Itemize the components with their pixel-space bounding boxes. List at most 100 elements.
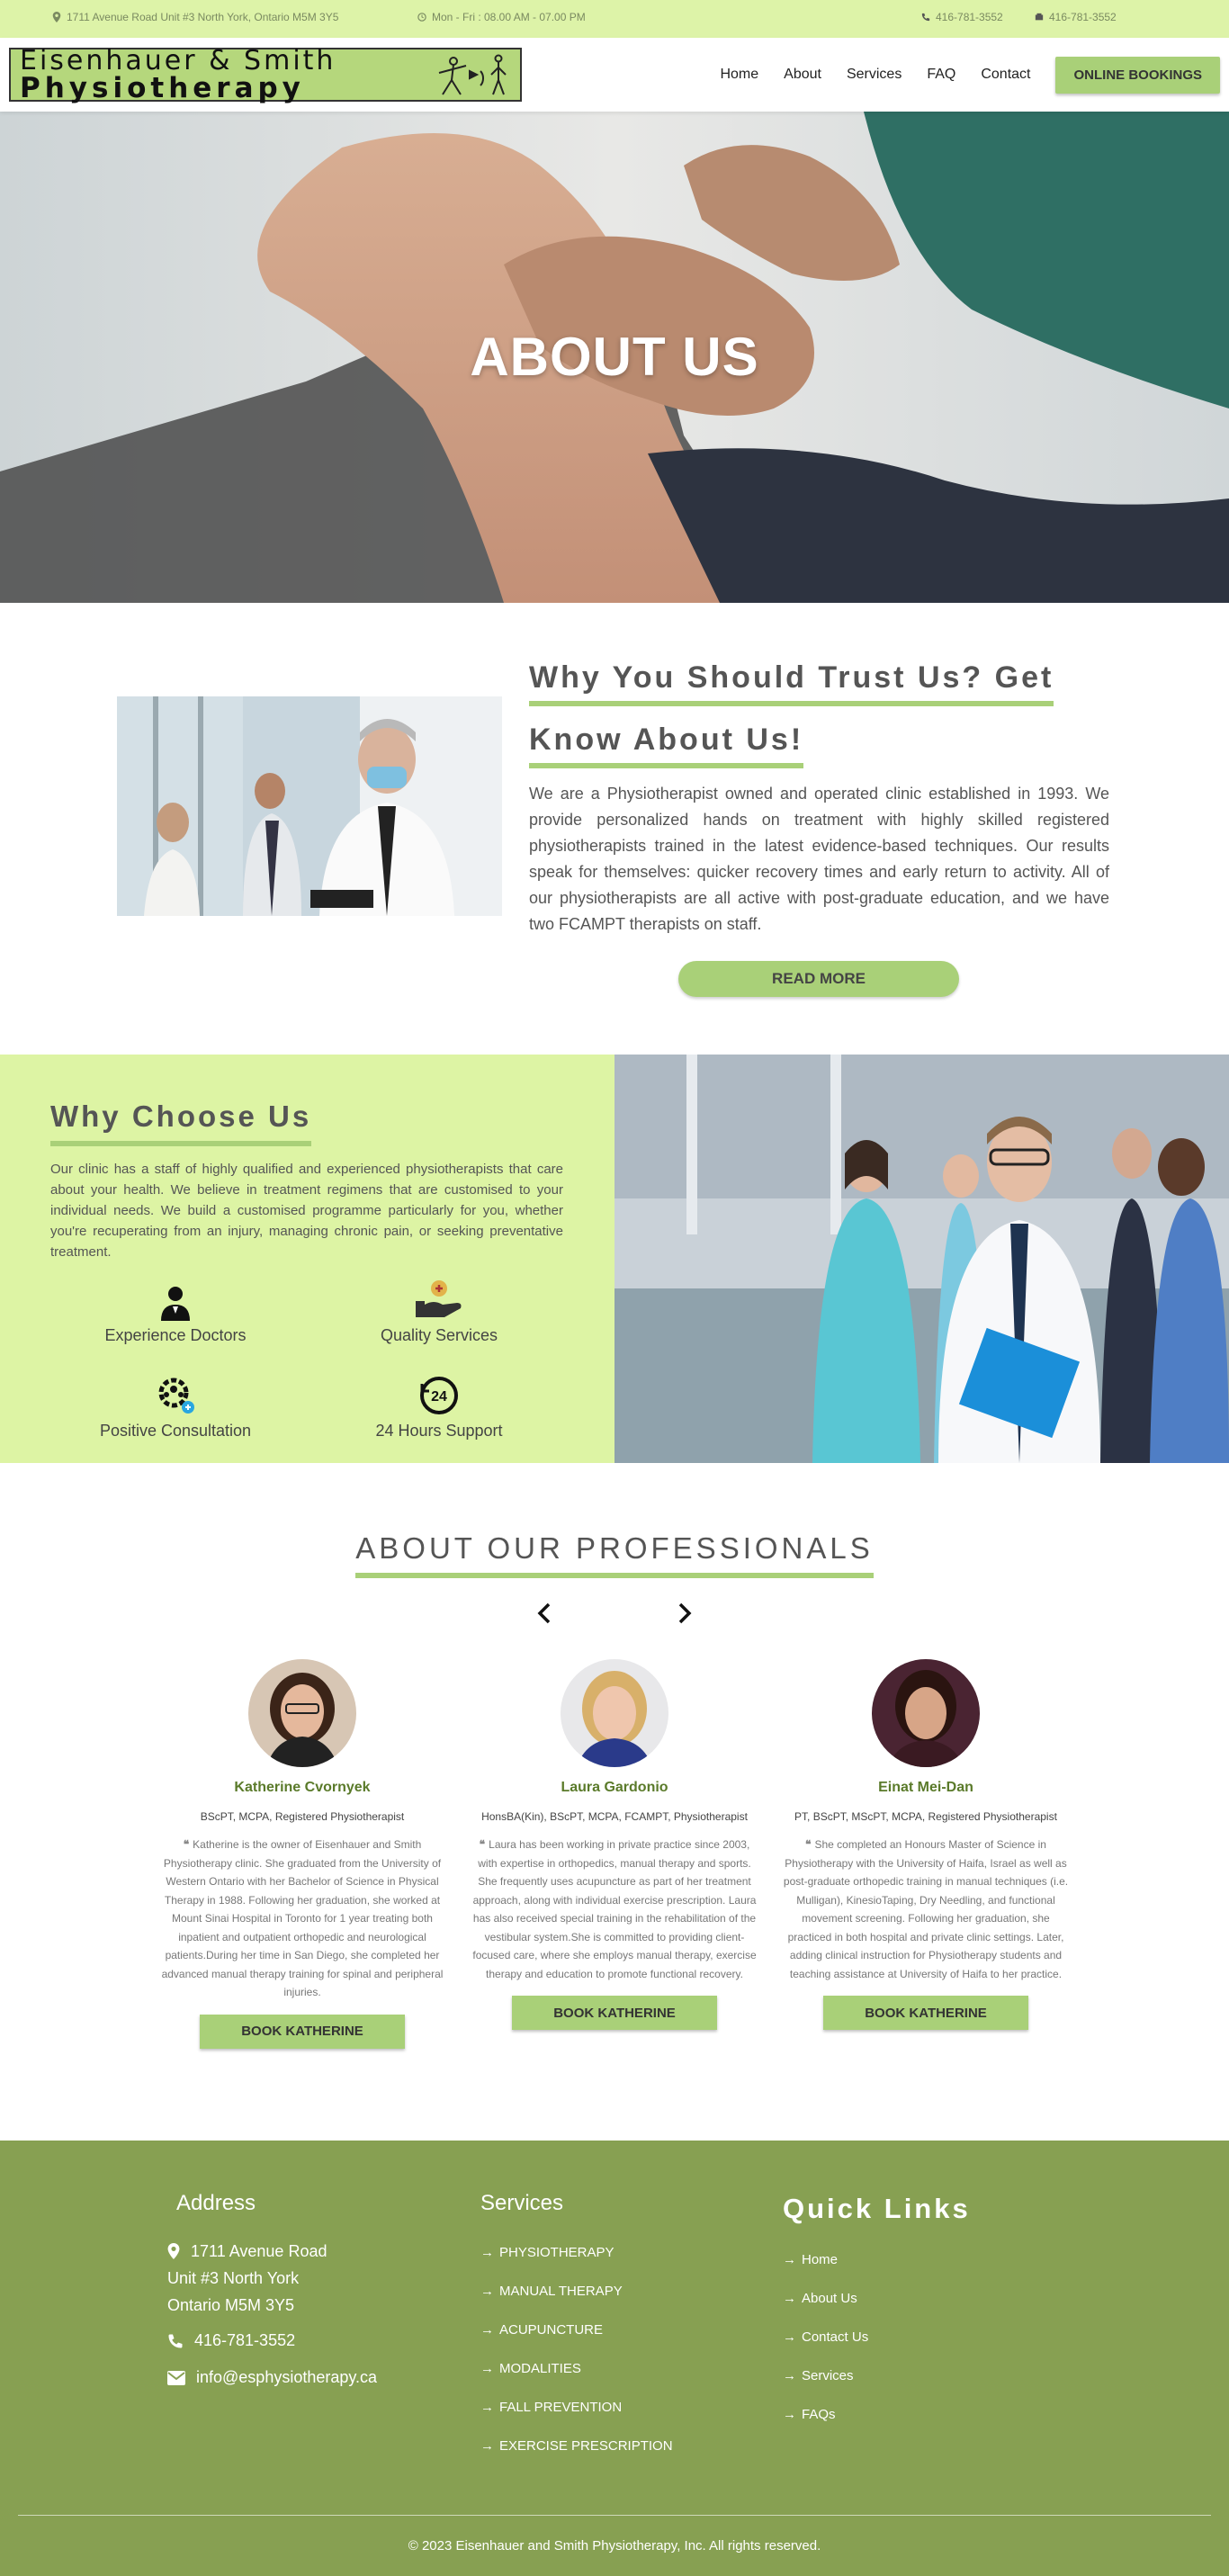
trust-heading-line2: Know About Us! — [529, 723, 804, 768]
arrow-right-icon: → — [480, 2400, 494, 2415]
arrow-right-icon: → — [783, 2407, 796, 2422]
site-footer: Address 1711 Avenue Road Unit #3 North Y… — [0, 2141, 1229, 2576]
avatar — [872, 1659, 980, 1767]
footer-service-label: PHYSIOTHERAPY — [499, 2245, 614, 2260]
feature-label: 24 Hours Support — [375, 1422, 503, 1440]
professional-credentials: PT, BScPT, MScPT, MCPA, Registered Physi… — [794, 1810, 1057, 1823]
footer-quick-link-label: Home — [802, 2252, 839, 2267]
why-choose-section: Why Choose Us Our clinic has a staff of … — [0, 1055, 1229, 1463]
arrow-right-icon: → — [783, 2368, 796, 2383]
nav-services[interactable]: Services — [847, 67, 902, 83]
arrow-right-icon: → — [480, 2361, 494, 2376]
footer-service-link[interactable]: → PHYSIOTHERAPY — [480, 2245, 673, 2260]
footer-service-link[interactable]: → MODALITIES — [480, 2361, 673, 2376]
doctors-team-image — [117, 696, 502, 916]
arrow-right-icon: → — [480, 2322, 494, 2338]
footer-copyright: © 2023 Eisenhauer and Smith Physiotherap… — [408, 2538, 821, 2554]
footer-service-label: MANUAL THERAPY — [499, 2284, 623, 2299]
book-professional-button[interactable]: BOOK KATHERINE — [512, 1996, 717, 2030]
footer-address-line2: Unit #3 North York — [167, 2269, 300, 2287]
footer-quick-link[interactable]: → About Us — [783, 2291, 868, 2306]
why-choose-title: Why Choose Us — [50, 1100, 312, 1146]
nav-faq[interactable]: FAQ — [927, 67, 955, 83]
footer-services-title: Services — [480, 2191, 564, 2215]
footer-quick-link-label: About Us — [802, 2291, 857, 2306]
quote-icon: ❝ — [479, 1838, 486, 1851]
phone-icon — [168, 2334, 183, 2347]
einat-photo — [872, 1659, 980, 1767]
read-more-button[interactable]: READ MORE — [678, 961, 959, 997]
trust-paragraph: We are a Physiotherapist owned and opera… — [529, 785, 1109, 933]
carousel-prev-button[interactable] — [536, 1602, 552, 1632]
footer-quick-link[interactable]: → Services — [783, 2368, 868, 2383]
professional-bio-text: Laura has been working in private practi… — [472, 1838, 757, 1980]
footer-email[interactable]: info@esphysiotherapy.ca — [167, 2368, 377, 2387]
feature-positive-consultation: Positive Consultation — [49, 1377, 301, 1441]
footer-services-list: → PHYSIOTHERAPY → MANUAL THERAPY → ACUPUNCT… — [480, 2245, 673, 2477]
professional-card: Laura Gardonio HonsBA(Kin), BScPT, MCPA,… — [468, 1659, 761, 2030]
site-logo[interactable]: Eisenhauer & Smith Physiotherapy — [9, 47, 522, 104]
footer-phone[interactable]: 416-781-3552 — [167, 2331, 377, 2350]
nav-home[interactable]: Home — [720, 67, 758, 83]
book-professional-button[interactable]: BOOK KATHERINE — [823, 1996, 1028, 2030]
topbar-address-text: 1711 Avenue Road Unit #3 North York, Ont… — [67, 11, 339, 23]
footer-service-link[interactable]: → FALL PREVENTION — [480, 2400, 673, 2415]
footer-quick-links: → Home → About Us → Contact Us → Services → F… — [783, 2252, 868, 2446]
nav-contact[interactable]: Contact — [981, 67, 1030, 83]
trust-heading-line1: Why You Should Trust Us? Get — [529, 660, 1054, 706]
footer-phone-text: 416-781-3552 — [194, 2331, 296, 2349]
online-bookings-button[interactable]: ONLINE BOOKINGS — [1055, 56, 1220, 94]
professional-credentials: HonsBA(Kin), BScPT, MCPA, FCAMPT, Physio… — [481, 1810, 748, 1823]
professionals-title: ABOUT OUR PROFESSIONALS — [355, 1531, 874, 1578]
footer-quick-link[interactable]: → FAQs — [783, 2407, 868, 2422]
book-professional-button[interactable]: BOOK KATHERINE — [200, 2014, 405, 2049]
professional-bio: ❝ Laura has been working in private pract… — [468, 1836, 761, 1983]
carousel-next-button[interactable] — [677, 1602, 693, 1632]
topbar-fax: 416-781-3552 — [1035, 11, 1117, 23]
topbar-address: 1711 Avenue Road Unit #3 North York, Ont… — [52, 11, 338, 23]
footer-service-label: MODALITIES — [499, 2361, 581, 2376]
footer-address-col: 1711 Avenue Road Unit #3 North York Onta… — [167, 2238, 377, 2387]
footer-service-link[interactable]: → MANUAL THERAPY — [480, 2284, 673, 2299]
professional-bio: ❝ Katherine is the owner of Eisenhauer an… — [156, 1836, 449, 2002]
svg-text:24: 24 — [431, 1389, 447, 1405]
arrow-right-icon: → — [783, 2329, 796, 2345]
chevron-left-icon — [537, 1602, 551, 1624]
footer-service-link[interactable]: → ACUPUNCTURE — [480, 2322, 673, 2338]
professional-bio-text: Katherine is the owner of Eisenhauer and… — [161, 1838, 444, 1998]
nav-about[interactable]: About — [784, 67, 821, 83]
fax-icon — [1035, 13, 1044, 21]
hero-title: ABOUT US — [470, 327, 759, 387]
doctors-team-illustration — [117, 696, 502, 916]
footer-quick-link[interactable]: → Contact Us — [783, 2329, 868, 2345]
katherine-photo — [248, 1659, 356, 1767]
trust-section: Why You Should Trust Us? Get Know About … — [0, 603, 1229, 1055]
professional-card: Einat Mei-Dan PT, BScPT, MScPT, MCPA, Re… — [779, 1659, 1072, 2030]
arrow-right-icon: → — [783, 2252, 796, 2267]
site-header: Eisenhauer & Smith Physiotherapy Home Ab… — [0, 38, 1229, 112]
footer-service-label: FALL PREVENTION — [499, 2400, 623, 2415]
footer-links-title: Quick Links — [783, 2193, 971, 2224]
envelope-icon — [167, 2370, 185, 2385]
laura-photo — [561, 1659, 668, 1767]
professional-name: Laura Gardonio — [561, 1780, 668, 1795]
professionals-section: ABOUT OUR PROFESSIONALS Katherine Cvorny… — [0, 1463, 1229, 2141]
phone-icon — [921, 13, 930, 22]
main-nav: Home About Services FAQ Contact ONLINE B… — [720, 56, 1220, 94]
professional-bio: ❝ She completed an Honours Master of Scie… — [779, 1836, 1072, 1983]
chevron-right-icon — [678, 1602, 692, 1624]
footer-address-line3: Ontario M5M 3Y5 — [167, 2296, 295, 2314]
footer-quick-link[interactable]: → Home — [783, 2252, 868, 2267]
footer-address-title: Address — [176, 2191, 256, 2215]
footer-quick-link-label: FAQs — [802, 2407, 836, 2422]
feature-label: Experience Doctors — [104, 1326, 247, 1344]
map-pin-icon — [167, 2243, 180, 2259]
arrow-right-icon: → — [480, 2438, 494, 2454]
arrow-right-icon: → — [480, 2284, 494, 2299]
logo-line2: Physiotherapy — [20, 71, 305, 104]
footer-divider — [18, 2515, 1211, 2516]
footer-service-link[interactable]: → EXERCISE PRESCRIPTION — [480, 2438, 673, 2454]
topbar-phone[interactable]: 416-781-3552 — [921, 11, 1003, 23]
quote-icon: ❝ — [183, 1838, 190, 1851]
clock-24-icon: 24 — [420, 1377, 458, 1414]
